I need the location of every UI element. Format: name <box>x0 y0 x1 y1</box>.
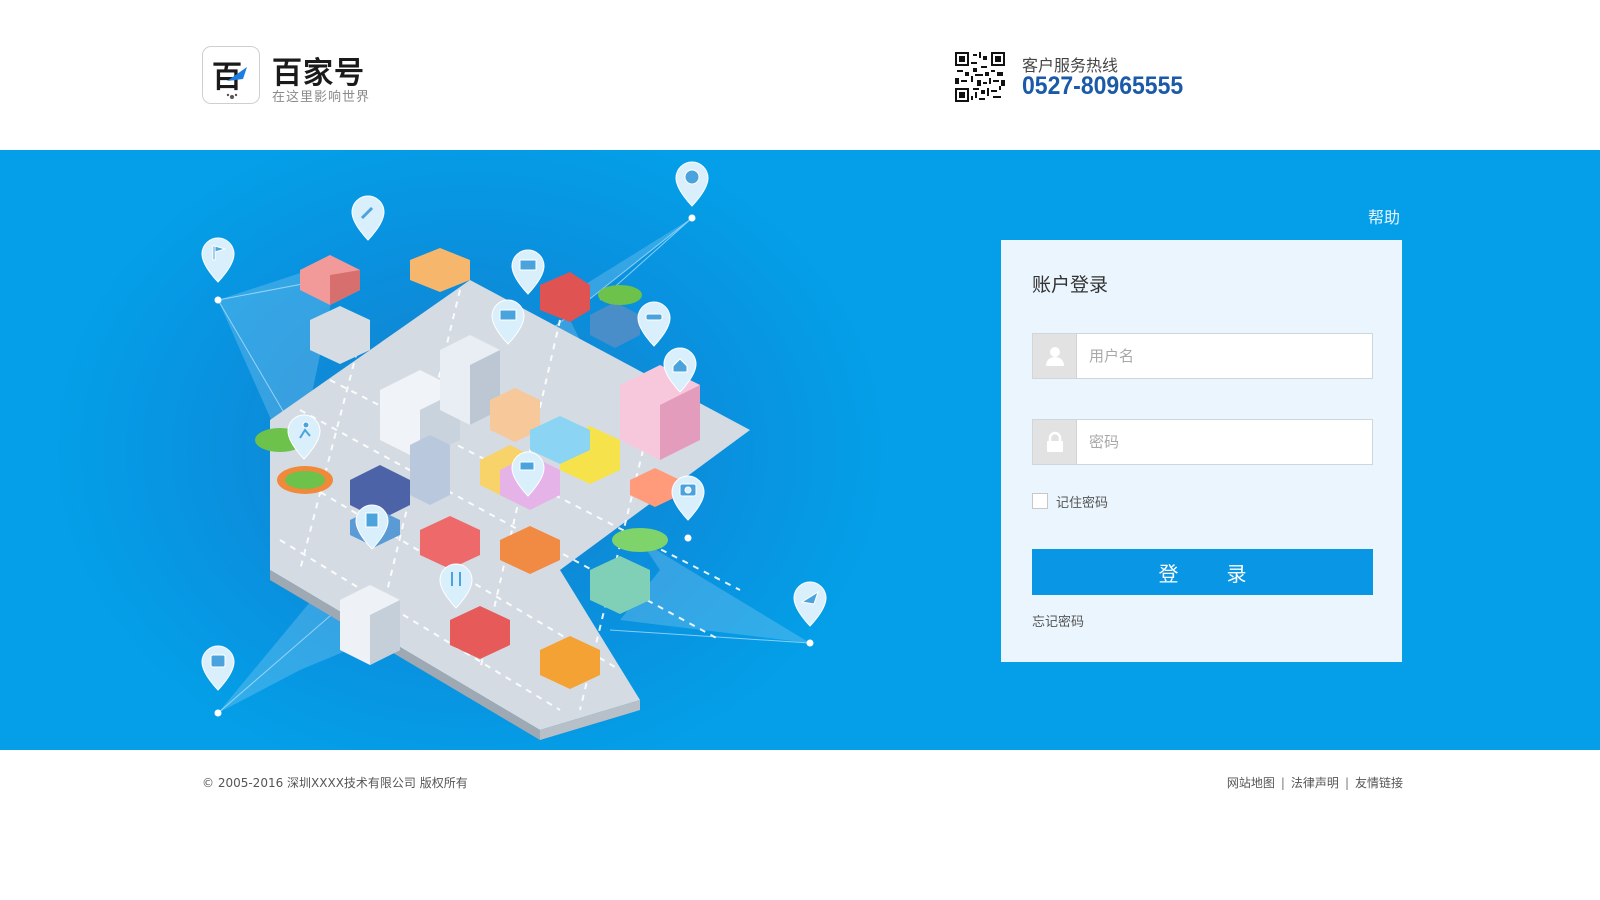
password-input[interactable] <box>1089 420 1369 464</box>
car-icon <box>637 301 671 347</box>
hero-banner: 帮助 账户登录 记住密码 登录 <box>0 150 1600 750</box>
copyright-text: © 2005-2016 深圳XXXX技术有限公司 版权所有 <box>202 776 468 790</box>
help-link[interactable]: 帮助 <box>1368 204 1400 228</box>
lock-icon <box>1033 420 1077 464</box>
brand-logo[interactable]: 百 <box>202 46 260 104</box>
brand-slogan: 在这里影响世界 <box>272 90 371 105</box>
remember-password-label: 记住密码 <box>1056 495 1109 511</box>
login-title: 账户登录 <box>1032 274 1109 296</box>
flag-icon <box>201 237 235 304</box>
forgot-password-link[interactable]: 忘记密码 <box>1032 611 1084 630</box>
footer-link-legal[interactable]: 法律声明 <box>1291 774 1339 791</box>
username-input[interactable] <box>1089 334 1369 378</box>
user-icon <box>1033 334 1077 378</box>
book-icon <box>511 249 545 295</box>
footer-link-friends[interactable]: 友情链接 <box>1355 774 1403 791</box>
qr-code-icon <box>955 52 1005 102</box>
login-panel: 账户登录 记住密码 登录 忘记密码 <box>1001 240 1402 662</box>
remember-password-checkbox[interactable]: 记住密码 <box>1032 492 1109 511</box>
password-field[interactable] <box>1032 419 1373 465</box>
site-header: 百 百家号 在这里影响世界 客户服务热线 0527-80965555 <box>0 0 1600 150</box>
isometric-city-illustration <box>201 161 827 740</box>
footer-link-sitemap[interactable]: 网站地图 <box>1227 774 1275 791</box>
site-footer: © 2005-2016 深圳XXXX技术有限公司 版权所有 网站地图 | 法律声… <box>0 750 1600 900</box>
hotline-number: 0527-80965555 <box>1022 72 1184 100</box>
footer-link-divider: | <box>1344 775 1349 790</box>
footer-links: 网站地图 | 法律声明 | 友情链接 <box>1227 774 1403 791</box>
footer-link-divider: | <box>1280 775 1285 790</box>
paw-logo-icon: 百 <box>212 60 247 99</box>
wrench-icon <box>351 195 385 241</box>
checkbox-box[interactable] <box>1032 493 1048 509</box>
username-field[interactable] <box>1032 333 1373 379</box>
smile-icon <box>675 161 709 222</box>
login-button[interactable]: 登录 <box>1032 549 1373 595</box>
camera-icon <box>671 475 705 542</box>
